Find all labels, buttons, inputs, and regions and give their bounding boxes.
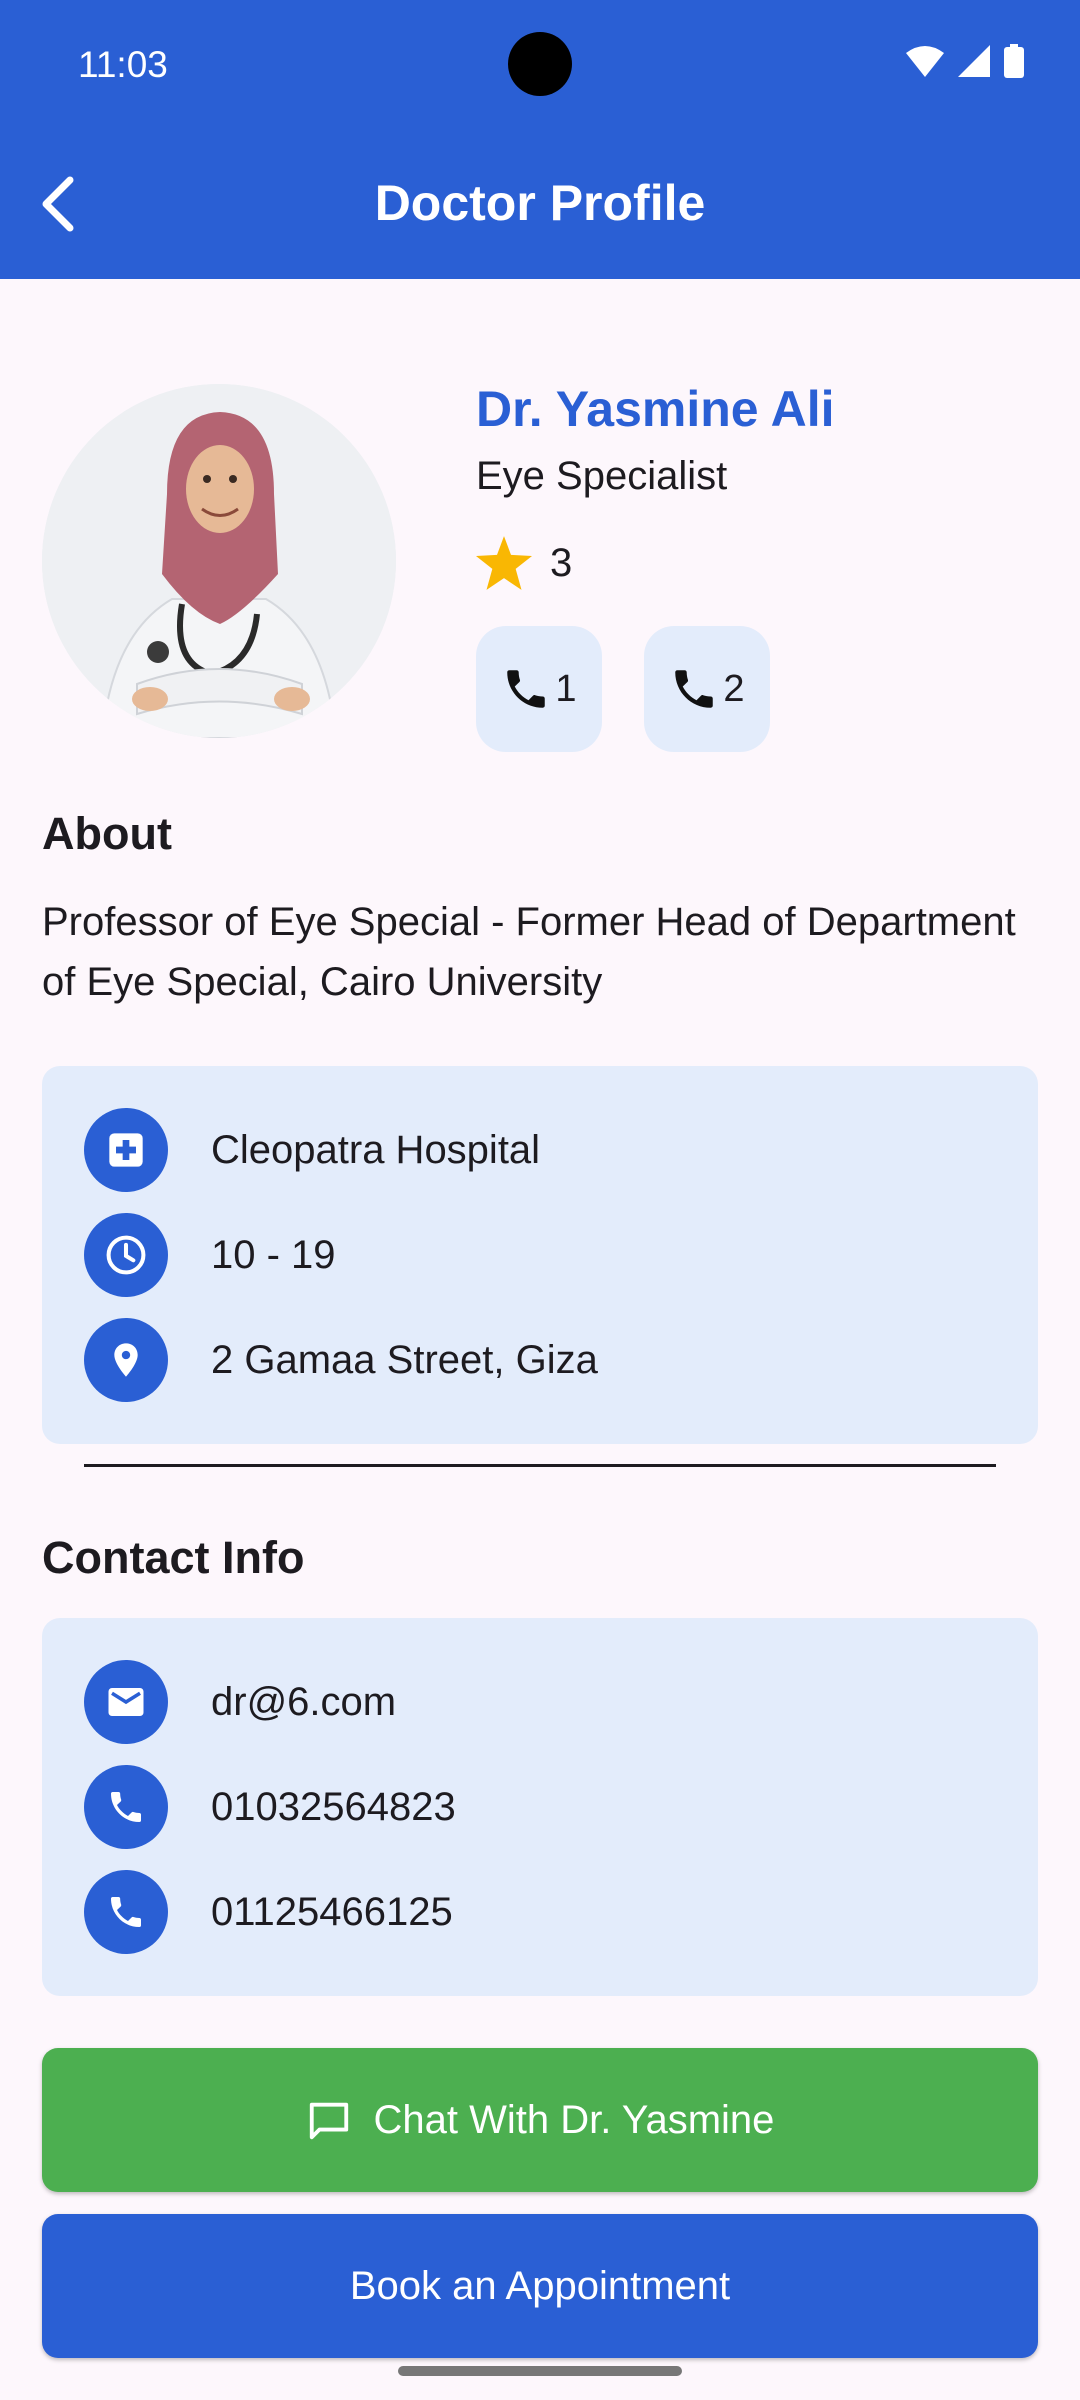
book-appointment-button[interactable]: Book an Appointment bbox=[42, 2214, 1038, 2358]
phone-value-1: 01032564823 bbox=[211, 1784, 456, 1829]
doctor-specialty: Eye Specialist bbox=[476, 454, 728, 498]
contact-card: dr@6.com 01032564823 01125466125 bbox=[42, 1618, 1038, 1996]
phone-row-2[interactable]: 01125466125 bbox=[84, 1870, 453, 1954]
app-bar: 11:03 Doctor Profile bbox=[0, 0, 1080, 279]
clock-icon bbox=[84, 1213, 168, 1297]
divider bbox=[84, 1464, 996, 1467]
email-row[interactable]: dr@6.com bbox=[84, 1660, 396, 1744]
address-row: 2 Gamaa Street, Giza bbox=[84, 1318, 598, 1402]
about-heading: About bbox=[42, 808, 172, 859]
chat-button-label: Chat With Dr. Yasmine bbox=[373, 2097, 775, 2142]
phone-icon bbox=[84, 1870, 168, 1954]
phone-row-1[interactable]: 01032564823 bbox=[84, 1765, 456, 1849]
hospital-row: Cleopatra Hospital bbox=[84, 1108, 540, 1192]
wifi-icon bbox=[906, 46, 944, 77]
star-icon bbox=[476, 536, 532, 590]
doctor-photo bbox=[42, 384, 396, 738]
hours-row: 10 - 19 bbox=[84, 1213, 336, 1297]
front-camera bbox=[508, 32, 572, 96]
contact-heading: Contact Info bbox=[42, 1532, 305, 1583]
page-title: Doctor Profile bbox=[374, 175, 706, 231]
phone-icon bbox=[507, 670, 546, 708]
doctor-rating: 3 bbox=[476, 536, 572, 590]
battery-icon bbox=[1004, 44, 1024, 78]
address: 2 Gamaa Street, Giza bbox=[211, 1337, 598, 1382]
email-icon bbox=[84, 1660, 168, 1744]
about-text: Professor of Eye Special - Former Head o… bbox=[42, 900, 1016, 1004]
call-button-2[interactable]: 2 bbox=[644, 626, 770, 752]
phone-value-2: 01125466125 bbox=[211, 1889, 453, 1934]
details-card: Cleopatra Hospital 10 - 19 2 Gamaa Stree… bbox=[42, 1066, 1038, 1444]
home-indicator[interactable] bbox=[398, 2366, 682, 2376]
status-icons bbox=[906, 44, 1024, 78]
working-hours: 10 - 19 bbox=[211, 1232, 336, 1277]
signal-icon bbox=[958, 45, 990, 77]
rating-value: 3 bbox=[550, 540, 573, 585]
call-button-label: 1 bbox=[555, 667, 577, 710]
hospital-name: Cleopatra Hospital bbox=[211, 1127, 541, 1172]
doctor-avatar bbox=[42, 384, 396, 738]
chat-button[interactable]: Chat With Dr. Yasmine bbox=[42, 2048, 1038, 2192]
doctor-name: Dr. Yasmine Ali bbox=[476, 381, 835, 437]
email-value: dr@6.com bbox=[211, 1679, 397, 1724]
status-time: 11:03 bbox=[78, 44, 168, 85]
call-button-1[interactable]: 1 bbox=[476, 626, 602, 752]
call-button-label: 2 bbox=[723, 667, 745, 710]
book-button-label: Book an Appointment bbox=[349, 2263, 731, 2308]
chat-icon bbox=[309, 2102, 348, 2140]
phone-icon bbox=[675, 670, 714, 708]
phone-icon bbox=[84, 1765, 168, 1849]
location-pin-icon bbox=[84, 1318, 168, 1402]
hospital-icon bbox=[84, 1108, 168, 1192]
